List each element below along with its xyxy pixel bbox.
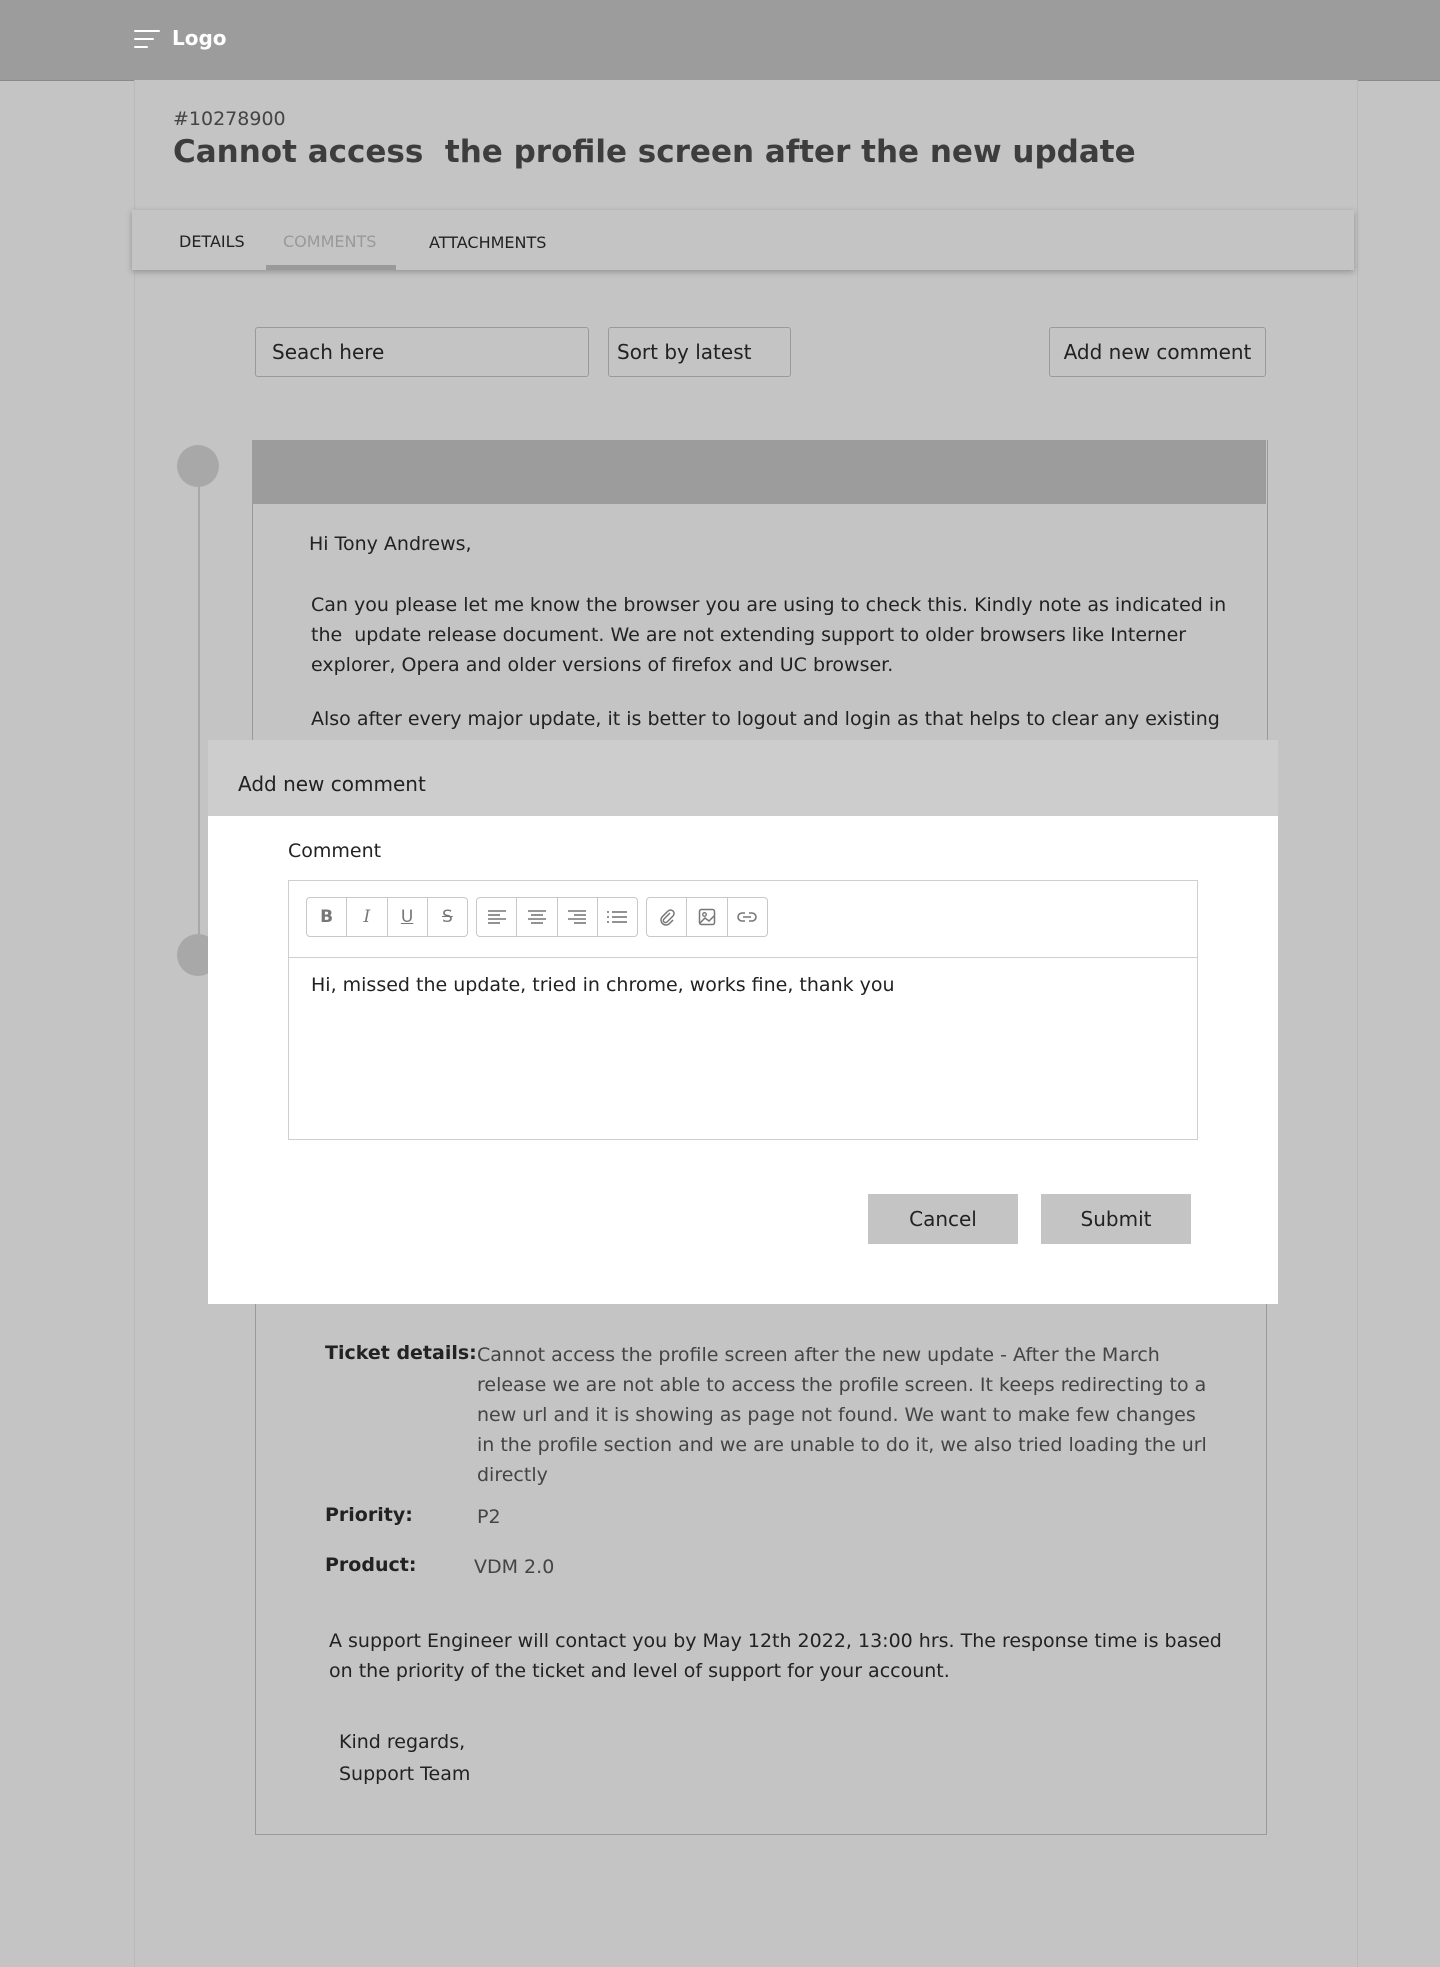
- timeline-dot: [177, 445, 219, 487]
- align-left-icon[interactable]: [477, 898, 518, 936]
- tab-comments[interactable]: COMMENTS: [283, 232, 376, 251]
- underline-icon[interactable]: U: [388, 898, 428, 936]
- editor-toolbar-divider: [288, 957, 1198, 958]
- tab-attachments[interactable]: ATTACHMENTS: [429, 233, 546, 252]
- align-right-icon[interactable]: [558, 898, 598, 936]
- comment-body-line: Can you please let me know the browser y…: [311, 594, 1227, 616]
- align-center-icon[interactable]: [517, 898, 558, 936]
- add-comment-button[interactable]: Add new comment: [1049, 327, 1266, 377]
- ticket-id: #10278900: [173, 108, 286, 130]
- ticket-details-line: Cannot access the profile screen after t…: [477, 1344, 1160, 1366]
- logo[interactable]: Logo: [172, 26, 227, 50]
- search-input[interactable]: Seach here: [255, 327, 589, 377]
- regards-text: Kind regards,: [339, 1731, 466, 1753]
- support-note-line: A support Engineer will contact you by M…: [329, 1630, 1222, 1652]
- ticket-details-line: release we are not able to access the pr…: [477, 1374, 1207, 1396]
- timeline-line: [198, 480, 200, 950]
- comment-body-line: Also after every major update, it is bet…: [311, 708, 1220, 730]
- alignment-group: [476, 897, 638, 937]
- comment-field-label: Comment: [288, 840, 382, 862]
- tab-details[interactable]: DETAILS: [179, 232, 245, 251]
- strikethrough-icon[interactable]: S: [428, 898, 467, 936]
- comment-text[interactable]: Hi, missed the update, tried in chrome, …: [311, 974, 895, 996]
- comment-greeting: Hi Tony Andrews,: [309, 533, 472, 555]
- priority-value: P2: [477, 1506, 501, 1528]
- ticket-details-line: new url and it is showing as page not fo…: [477, 1404, 1196, 1426]
- text-format-group: B I U S: [306, 897, 468, 937]
- modal-title: Add new comment: [238, 772, 426, 796]
- product-value: VDM 2.0: [474, 1556, 555, 1578]
- italic-icon[interactable]: I: [347, 898, 388, 936]
- list-icon[interactable]: [598, 898, 637, 936]
- support-note-line: on the priority of the ticket and level …: [329, 1660, 950, 1682]
- comment-body-line: the update release document. We are not …: [311, 624, 1187, 646]
- ticket-details-label: Ticket details:: [325, 1342, 477, 1364]
- active-tab-indicator: [266, 265, 396, 270]
- submit-button[interactable]: Submit: [1041, 1194, 1191, 1244]
- cancel-button[interactable]: Cancel: [868, 1194, 1018, 1244]
- product-label: Product:: [325, 1554, 417, 1576]
- insert-group: [646, 897, 768, 937]
- ticket-details-line: directly: [477, 1464, 548, 1486]
- comment-body-line: explorer, Opera and older versions of fi…: [311, 654, 894, 676]
- comment-card-header: [252, 440, 1266, 504]
- team-signature: Support Team: [339, 1763, 471, 1785]
- priority-label: Priority:: [325, 1504, 413, 1526]
- link-icon[interactable]: [728, 898, 767, 936]
- bold-icon[interactable]: B: [307, 898, 348, 936]
- ticket-details-line: in the profile section and we are unable…: [477, 1434, 1207, 1456]
- sort-select[interactable]: Sort by latest: [608, 327, 791, 377]
- image-icon[interactable]: [687, 898, 728, 936]
- attachment-icon[interactable]: [647, 898, 688, 936]
- hamburger-icon[interactable]: [134, 30, 160, 50]
- page-title: Cannot access the profile screen after t…: [173, 134, 1136, 170]
